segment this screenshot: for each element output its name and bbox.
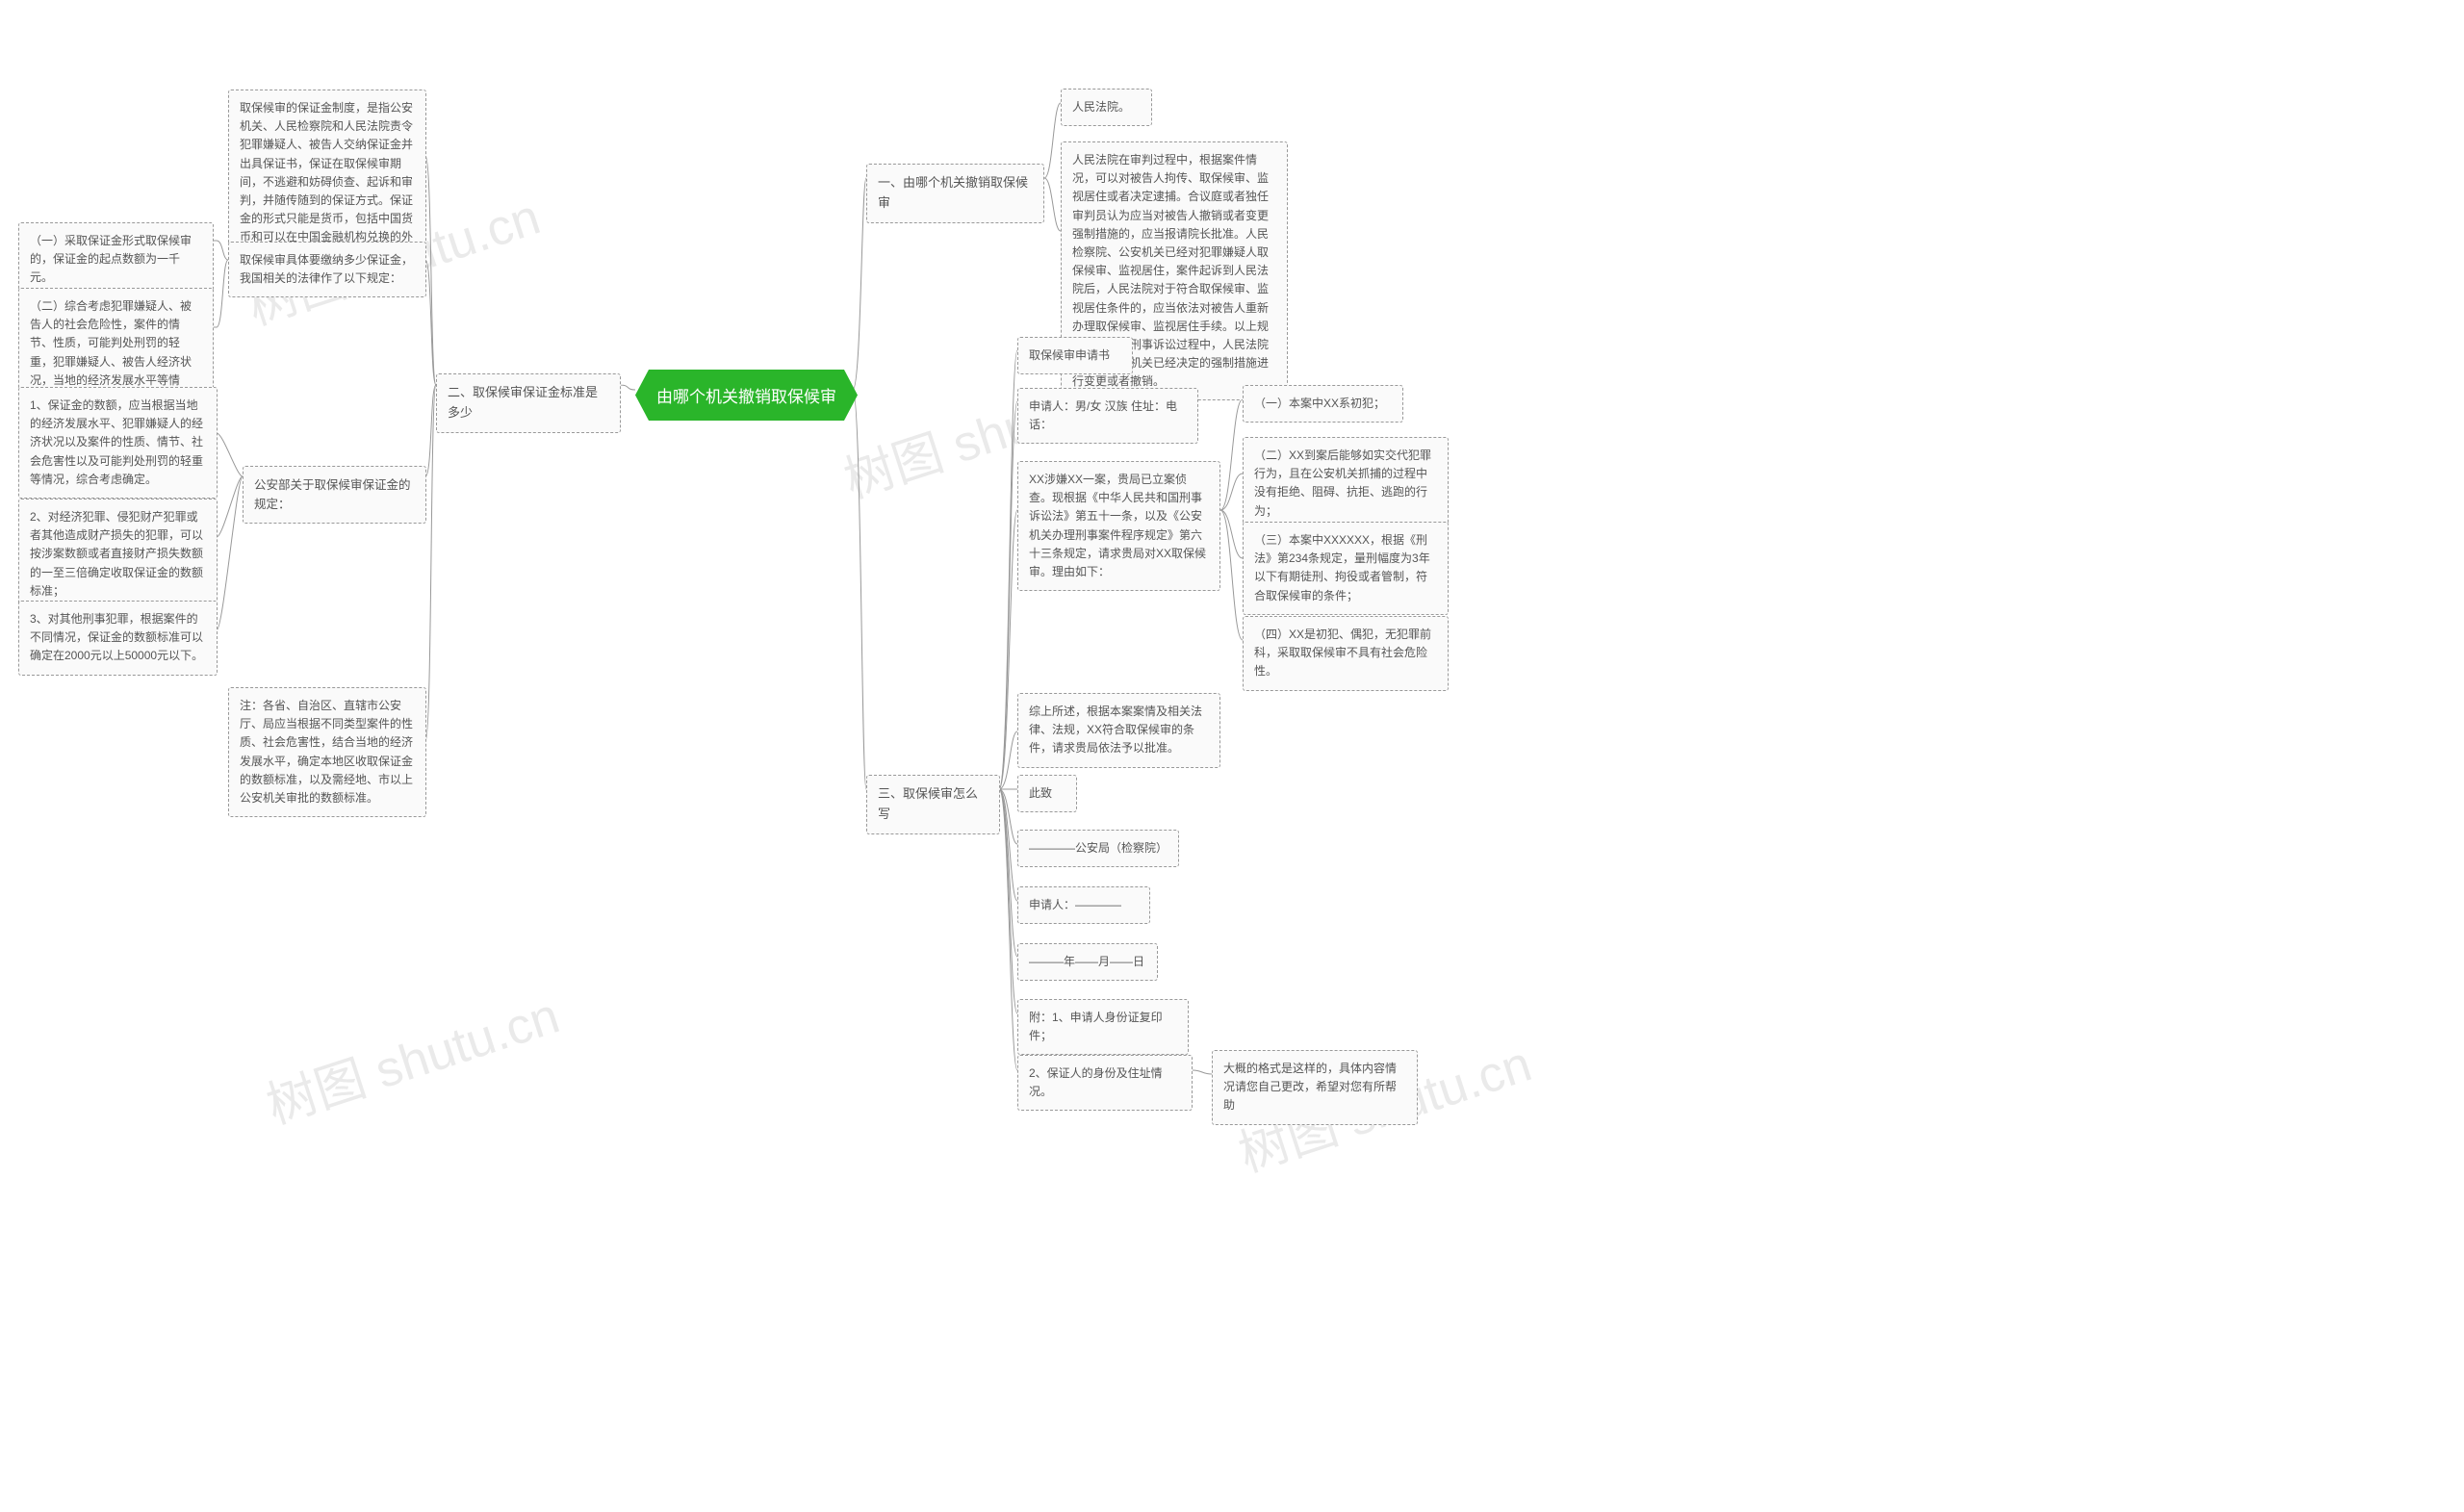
branch-3-item-3-sub-2: （二）XX到案后能够如实交代犯罪行为，且在公安机关抓捕的过程中没有拒绝、阻碍、抗… bbox=[1243, 437, 1449, 530]
branch-3-item-2: 申请人：男/女 汉族 住址：电话： bbox=[1017, 388, 1198, 444]
branch-2-item-3-sub-3: 3、对其他刑事犯罪，根据案件的不同情况，保证金的数额标准可以确定在2000元以上… bbox=[18, 601, 218, 676]
branch-3-item-4: 综上所述，根据本案案情及相关法律、法规，XX符合取保候审的条件，请求贵局依法予以… bbox=[1017, 693, 1220, 768]
branch-2-title: 二、取保候审保证金标准是多少 bbox=[436, 373, 621, 433]
branch-3-title: 三、取保候审怎么写 bbox=[866, 775, 1000, 834]
branch-2-item-4: 注：各省、自治区、直辖市公安厅、局应当根据不同类型案件的性质、社会危害性，结合当… bbox=[228, 687, 426, 817]
branch-2-item-2-sub-1: （一）采取保证金形式取保候审的，保证金的起点数额为一千元。 bbox=[18, 222, 214, 297]
branch-2-item-3-sub-2: 2、对经济犯罪、侵犯财产犯罪或者其他造成财产损失的犯罪，可以按涉案数额或者直接财… bbox=[18, 499, 218, 610]
branch-3-item-7: 申请人：———— bbox=[1017, 886, 1150, 924]
branch-3-item-3: XX涉嫌XX一案，贵局已立案侦查。现根据《中华人民共和国刑事诉讼法》第五十一条，… bbox=[1017, 461, 1220, 591]
branch-2-item-3: 公安部关于取保候审保证金的规定： bbox=[243, 466, 426, 524]
branch-3-item-9: 附：1、申请人身份证复印件； bbox=[1017, 999, 1189, 1055]
branch-2-item-2: 取保候审具体要缴纳多少保证金，我国相关的法律作了以下规定： bbox=[228, 242, 426, 297]
branch-3-item-10: 2、保证人的身份及住址情况。 bbox=[1017, 1055, 1193, 1111]
branch-3-item-3-sub-3: （三）本案中XXXXXX，根据《刑法》第234条规定，量刑幅度为3年以下有期徒刑… bbox=[1243, 522, 1449, 615]
branch-3-item-8: ———年——月——日 bbox=[1017, 943, 1158, 981]
branch-3-item-3-sub-1: （一）本案中XX系初犯； bbox=[1243, 385, 1403, 423]
branch-1-title: 一、由哪个机关撤销取保候审 bbox=[866, 164, 1044, 223]
branch-3-item-10-sub: 大概的格式是这样的，具体内容情况请您自己更改，希望对您有所帮助 bbox=[1212, 1050, 1418, 1125]
branch-1-item-1: 人民法院。 bbox=[1061, 89, 1152, 126]
branch-2-item-3-sub-1: 1、保证金的数额，应当根据当地的经济发展水平、犯罪嫌疑人的经济状况以及案件的性质… bbox=[18, 387, 218, 499]
branch-3-item-1: 取保候审申请书 bbox=[1017, 337, 1133, 374]
branch-3-item-5: 此致 bbox=[1017, 775, 1077, 812]
branch-3-item-6: ————公安局（检察院） bbox=[1017, 830, 1179, 867]
root-node: 由哪个机关撤销取保候审 bbox=[635, 370, 858, 421]
branch-3-item-3-sub-4: （四）XX是初犯、偶犯，无犯罪前科，采取取保候审不具有社会危险性。 bbox=[1243, 616, 1449, 691]
watermark: 树图 shutu.cn bbox=[256, 975, 567, 1138]
